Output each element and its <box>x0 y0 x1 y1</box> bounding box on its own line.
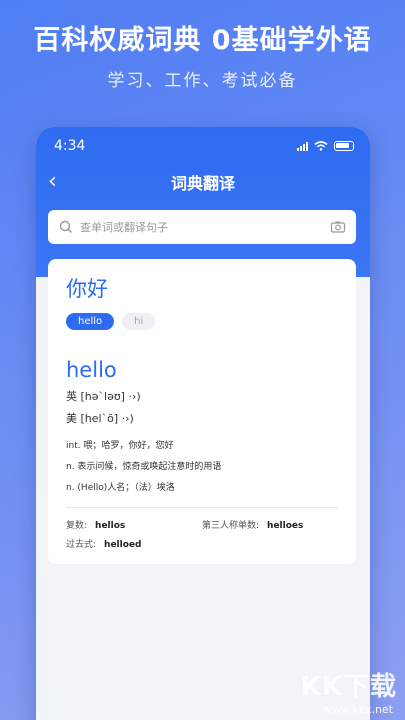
watermark: KK下载 www.kkx.net <box>281 666 397 718</box>
form-plural-value[interactable]: hellos <box>95 521 125 531</box>
tab-hi[interactable]: hi <box>122 313 156 330</box>
promo-title: 百科权威词典 0基础学外语 <box>33 25 372 56</box>
form-third-person-value[interactable]: helloes <box>267 521 303 531</box>
page-title: 词典翻译 <box>170 174 235 193</box>
result-card: 你好 hello hi hello 英 [hə`ləʊ] ·›) 美 [hel`… <box>48 259 356 564</box>
tab-hello[interactable]: hello <box>66 313 115 330</box>
phone-screen: 4:34 ‹ 词典翻译 查单词或翻译句子 你好 hello hi hello 英… <box>36 127 370 720</box>
definition-item: int. 喂；哈罗，你好，您好 <box>66 441 174 451</box>
definition-item: n. (Hello)人名；（法）埃洛 <box>66 483 175 493</box>
form-third-person-label: 第三人称单数: <box>202 521 260 531</box>
phonetic-us[interactable]: 美 [hel`ō] ·›) <box>66 410 338 426</box>
query-text: 你好 <box>66 277 108 301</box>
form-row: 复数: hellos 第三人称单数: helloes <box>66 518 338 531</box>
headword: hello <box>66 358 117 382</box>
nav-bar: ‹ 词典翻译 <box>36 167 370 197</box>
status-time: 4:34 <box>54 138 86 154</box>
divider <box>66 507 338 508</box>
signal-icon <box>297 141 308 151</box>
wifi-icon <box>314 141 328 151</box>
form-third-person: 第三人称单数: helloes <box>202 518 338 531</box>
back-arrow-icon[interactable]: ‹ <box>48 169 57 195</box>
watermark-logo: KK下载 <box>300 672 397 702</box>
result-tabs: hello hi <box>66 313 338 330</box>
app-header: 4:34 ‹ 词典翻译 <box>36 127 370 277</box>
status-bar: 4:34 <box>54 137 354 155</box>
phonetic-uk-text: 英 [hə`ləʊ] ·›) <box>66 390 141 403</box>
battery-icon <box>334 141 354 151</box>
phonetic-uk[interactable]: 英 [hə`ləʊ] ·›) <box>66 388 338 404</box>
form-plural: 复数: hellos <box>66 518 202 531</box>
search-bar[interactable] <box>48 210 356 244</box>
search-input[interactable] <box>80 220 330 234</box>
promo-subtitle: 学习、工作、考试必备 <box>107 71 298 91</box>
camera-icon[interactable] <box>330 219 346 235</box>
form-past-label: 过去式: <box>66 540 97 550</box>
status-icons <box>297 141 354 151</box>
watermark-url: www.kkx.net <box>322 703 393 716</box>
word-forms: 复数: hellos 第三人称单数: helloes 过去式: helloed <box>66 518 338 550</box>
form-plural-label: 复数: <box>66 521 88 531</box>
phonetic-us-text: 美 [hel`ō] ·›) <box>66 412 134 425</box>
form-past-value[interactable]: helloed <box>104 540 141 550</box>
definition-item: n. 表示问候，惊奇或唤起注意时的用语 <box>66 462 222 472</box>
search-icon <box>59 220 72 233</box>
form-past: 过去式: helloed <box>66 537 211 550</box>
form-row: 过去式: helloed <box>66 537 338 550</box>
definitions: int. 喂；哈罗，你好，您好 n. 表示问候，惊奇或唤起注意时的用语 n. (… <box>66 438 338 493</box>
